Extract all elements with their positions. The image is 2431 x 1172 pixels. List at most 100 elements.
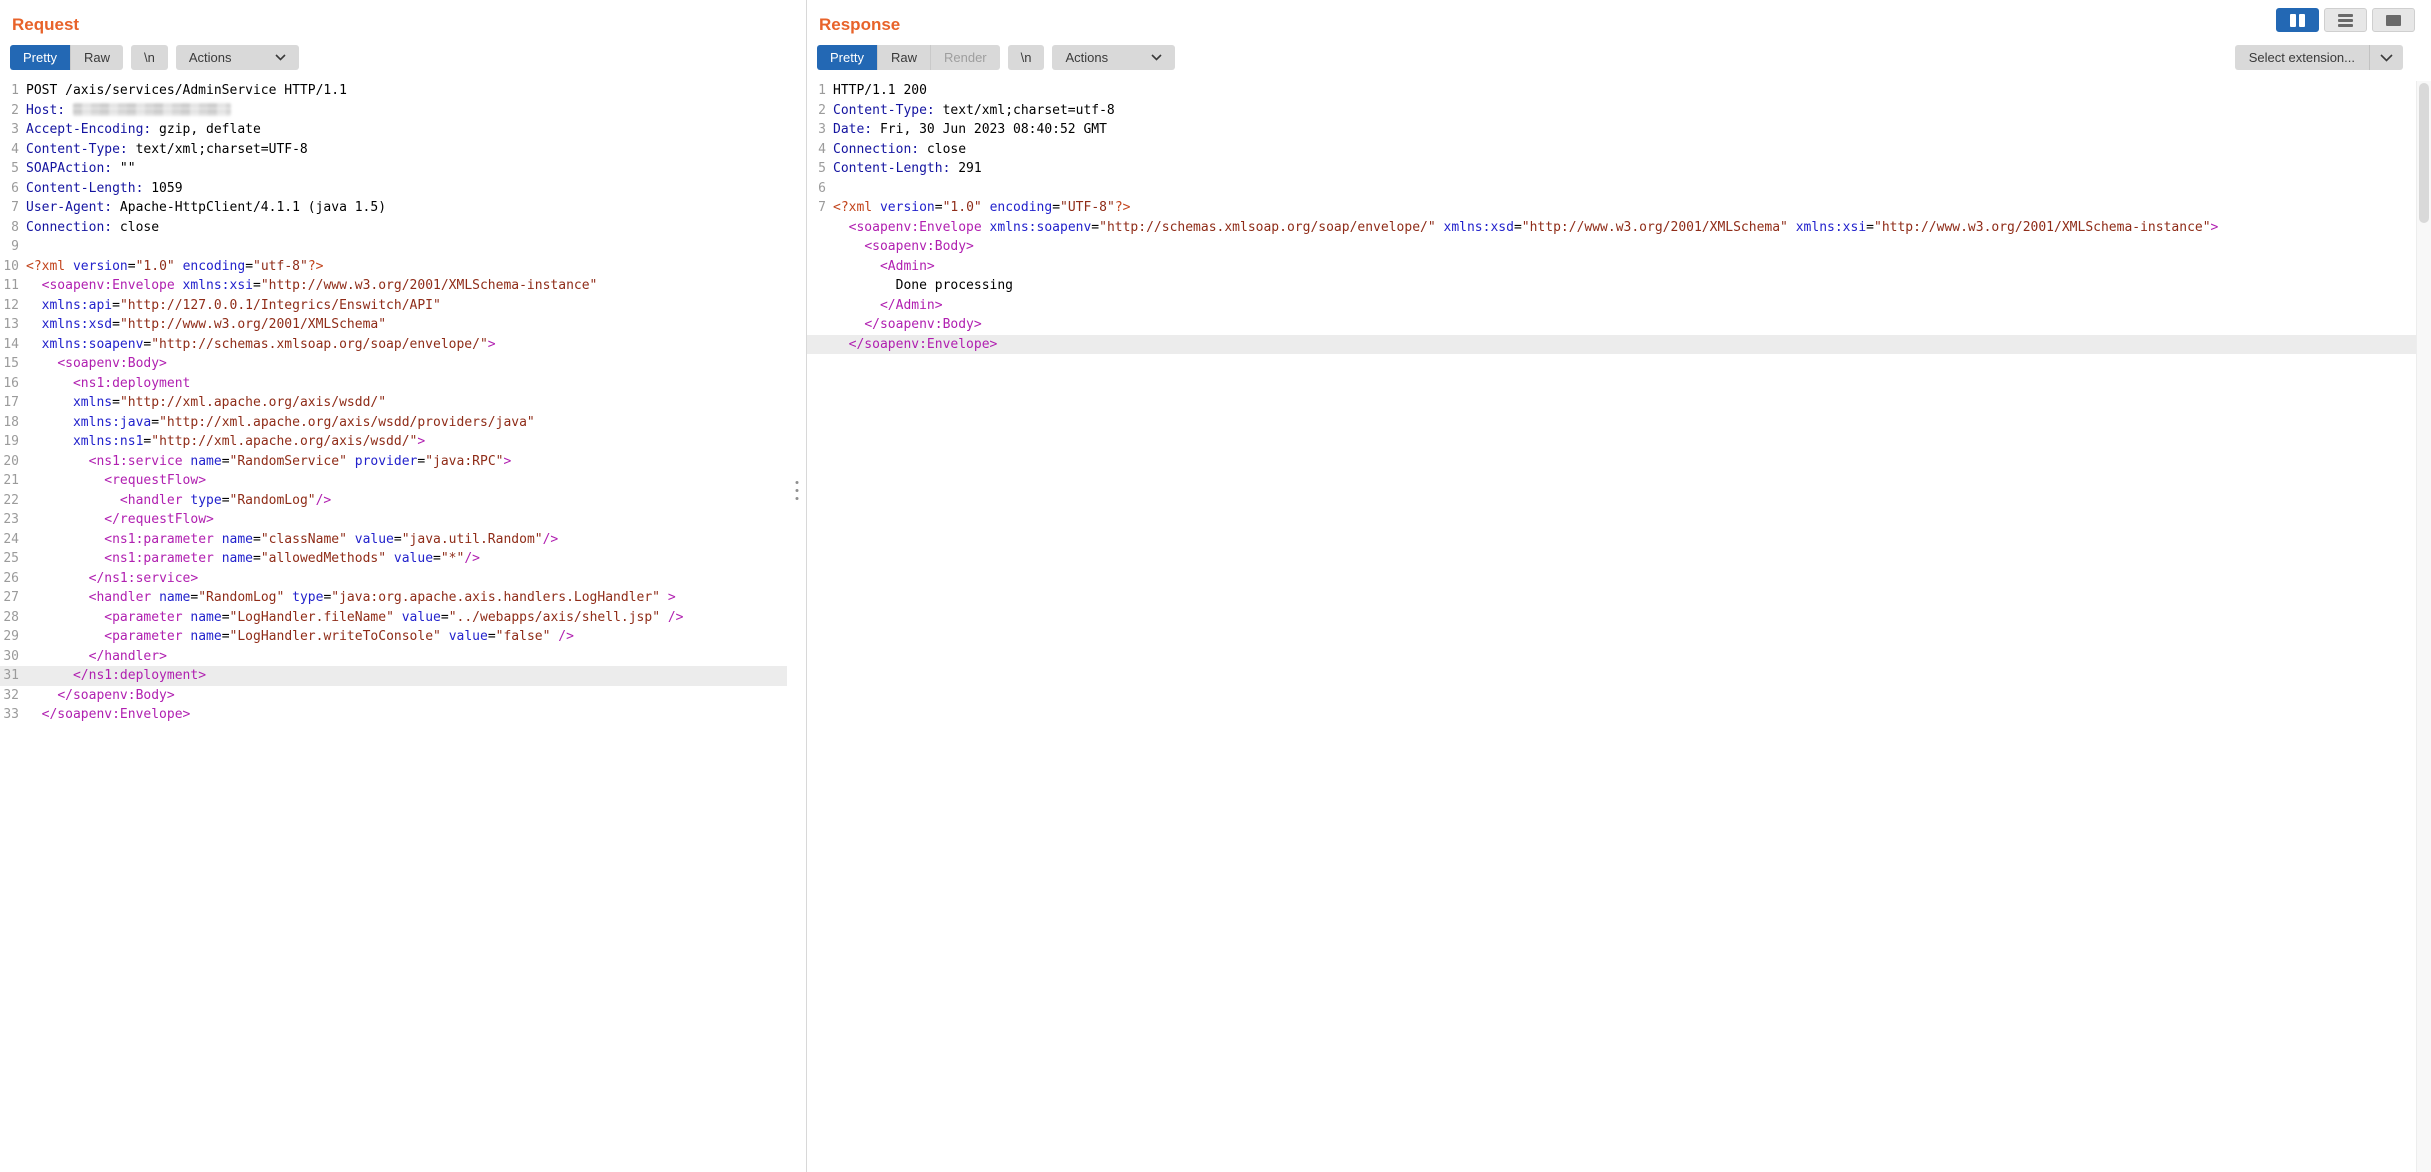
code-line: 3Accept-Encoding: gzip, deflate [0,120,787,140]
line-number: 21 [0,471,19,491]
code-line: 13 xmlns:xsd="http://www.w3.org/2001/XML… [0,315,787,335]
code-line: 24 <ns1:parameter name="className" value… [0,530,787,550]
line-number: 28 [0,608,19,628]
response-actions-button[interactable]: Actions [1052,45,1175,70]
code-line: 25 <ns1:parameter name="allowedMethods" … [0,549,787,569]
line-number: 4 [0,140,19,160]
code-line: 9 [0,237,787,257]
line-number: 26 [0,569,19,589]
request-actions-button[interactable]: Actions [176,45,299,70]
vertical-scrollbar[interactable] [2416,81,2431,1172]
code-line: 30 </handler> [0,647,787,667]
code-line: 2Content-Type: text/xml;charset=utf-8 [807,101,2431,121]
code-line: </soapenv:Body> [807,315,2431,335]
rows-layout-button[interactable] [2324,8,2367,32]
request-title: Request [12,14,79,36]
response-tab-newline[interactable]: \n [1008,45,1045,70]
line-number [807,276,826,296]
line-number [807,315,826,335]
code-line: 21 <requestFlow> [0,471,787,491]
line-number: 13 [0,315,19,335]
line-number: 8 [0,218,19,238]
line-number: 11 [0,276,19,296]
line-number: 2 [807,101,826,121]
code-line: 7<?xml version="1.0" encoding="UTF-8"?> [807,198,2431,218]
response-tab-render[interactable]: Render [930,45,1000,70]
line-number: 20 [0,452,19,472]
line-number: 30 [0,647,19,667]
request-panel: Request Pretty Raw \n Actions 1POST /axi… [0,0,787,1172]
line-number: 22 [0,491,19,511]
line-number: 10 [0,257,19,277]
code-line: </soapenv:Envelope> [807,335,2431,355]
code-line: 29 <parameter name="LogHandler.writeToCo… [0,627,787,647]
response-tab-raw[interactable]: Raw [877,45,930,70]
line-number: 32 [0,686,19,706]
line-number: 25 [0,549,19,569]
panel-splitter[interactable] [787,0,806,1172]
code-line: Done processing [807,276,2431,296]
response-editor[interactable]: 1HTTP/1.1 2002Content-Type: text/xml;cha… [807,81,2431,1172]
code-line: 28 <parameter name="LogHandler.fileName"… [0,608,787,628]
code-line: 32 </soapenv:Body> [0,686,787,706]
line-number [807,237,826,257]
code-line: 4Connection: close [807,140,2431,160]
request-panel-header: Request [0,0,787,38]
line-number: 19 [0,432,19,452]
response-actions-label: Actions [1065,50,1108,65]
request-tabbar: Pretty Raw \n Actions [10,45,777,70]
line-number: 15 [0,354,19,374]
code-line: 2Host: [0,101,787,121]
code-line: <Admin> [807,257,2431,277]
scrollbar-thumb[interactable] [2419,83,2429,223]
select-extension-dropdown[interactable]: Select extension... [2235,45,2403,70]
code-line: 10<?xml version="1.0" encoding="utf-8"?> [0,257,787,277]
code-line: 15 <soapenv:Body> [0,354,787,374]
request-tab-newline[interactable]: \n [131,45,168,70]
code-line: 8Connection: close [0,218,787,238]
line-number: 3 [0,120,19,140]
line-number: 1 [0,81,19,101]
code-line: 31 </ns1:deployment> [0,666,787,686]
line-number: 27 [0,588,19,608]
chevron-down-icon [2370,54,2403,62]
request-actions-label: Actions [189,50,232,65]
line-number: 5 [807,159,826,179]
line-number: 12 [0,296,19,316]
code-line: 22 <handler type="RandomLog"/> [0,491,787,511]
line-number: 14 [0,335,19,355]
line-number: 24 [0,530,19,550]
request-tab-pretty[interactable]: Pretty [10,45,70,70]
code-line: 1HTTP/1.1 200 [807,81,2431,101]
code-line: 33 </soapenv:Envelope> [0,705,787,725]
request-tab-raw[interactable]: Raw [70,45,123,70]
drag-handle-icon [795,481,798,500]
layout-toolbar [2276,8,2415,32]
response-panel: Response Pretty Raw Render \n Actions Se… [806,0,2431,1172]
line-number: 4 [807,140,826,160]
response-panel-header: Response [807,0,2431,38]
single-panel-icon [2386,15,2401,26]
request-editor[interactable]: 1POST /axis/services/AdminService HTTP/1… [0,81,787,1172]
response-tab-pretty[interactable]: Pretty [817,45,877,70]
response-title: Response [819,14,900,36]
code-line: </Admin> [807,296,2431,316]
line-number: 31 [0,666,19,686]
columns-icon [2290,14,2305,27]
line-number: 33 [0,705,19,725]
line-number [807,335,826,355]
code-line: 23 </requestFlow> [0,510,787,530]
response-tabbar: Pretty Raw Render \n Actions Select exte… [817,45,2421,70]
code-line: 1POST /axis/services/AdminService HTTP/1… [0,81,787,101]
line-number: 17 [0,393,19,413]
line-number: 29 [0,627,19,647]
chevron-down-icon [1115,54,1162,61]
single-panel-layout-button[interactable] [2372,8,2415,32]
line-number: 23 [0,510,19,530]
code-line: 7User-Agent: Apache-HttpClient/4.1.1 (ja… [0,198,787,218]
repeater-message-editor: Request Pretty Raw \n Actions 1POST /axi… [0,0,2431,1172]
select-extension-label: Select extension... [2235,50,2369,65]
rows-icon [2338,14,2353,27]
code-line: 4Content-Type: text/xml;charset=UTF-8 [0,140,787,160]
columns-layout-button[interactable] [2276,8,2319,32]
